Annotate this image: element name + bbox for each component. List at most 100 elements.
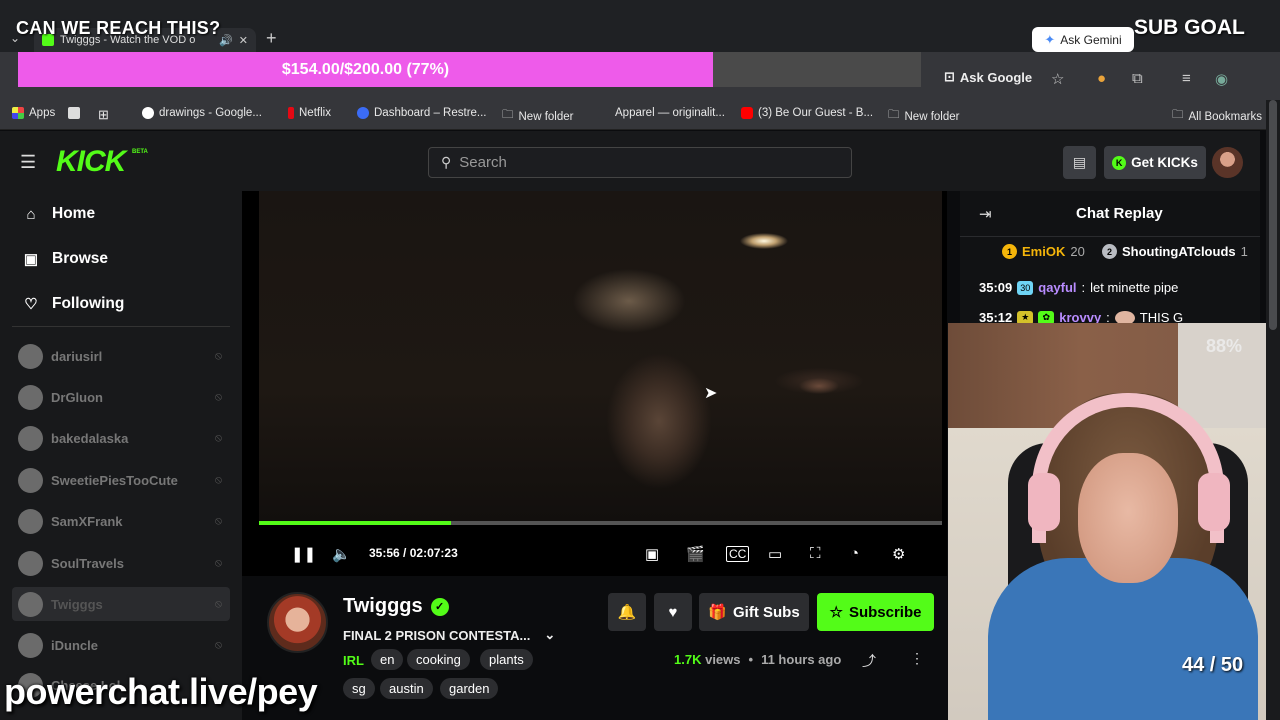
folder-icon: 🗀: [1172, 109, 1184, 121]
bookmark-netflix[interactable]: Netflix: [288, 107, 331, 119]
ask-gemini-button[interactable]: ✦ Ask Gemini: [1032, 27, 1134, 52]
live-rewind-icon[interactable]: ◔: [850, 545, 859, 562]
gift-icon: 🎁: [708, 604, 727, 621]
avatar: [18, 508, 43, 534]
nav-following[interactable]: ♡ Following: [22, 295, 124, 313]
bookmark-apparel[interactable]: Apparel — originalit...: [598, 107, 725, 119]
netflix-icon: [288, 107, 294, 119]
nav-home[interactable]: ⌂ Home: [22, 205, 95, 223]
video-frame[interactable]: [259, 191, 942, 521]
overlay-goal-title: CAN WE REACH THIS?: [16, 18, 221, 38]
tag-chip[interactable]: plants: [480, 649, 533, 670]
grid-icon: ⊞: [98, 107, 109, 122]
sidebar-channel[interactable]: bakedalaska ⦸: [12, 421, 230, 455]
nav-browse[interactable]: ▣ Browse: [22, 250, 108, 268]
tag-chip[interactable]: sg: [343, 678, 375, 699]
follow-heart-icon[interactable]: ♥: [654, 593, 692, 631]
extensions-icon[interactable]: ⧉: [1132, 70, 1143, 87]
fullscreen-icon[interactable]: ⛶: [810, 545, 821, 562]
tag-chip[interactable]: austin: [380, 678, 433, 699]
new-tab-button[interactable]: +: [266, 28, 277, 49]
sub-badge-icon: 30: [1017, 280, 1034, 295]
time-readout: 35:56 / 02:07:23: [369, 546, 458, 560]
close-tab-icon[interactable]: ✕: [239, 34, 248, 47]
bookmark-drawings[interactable]: drawings - Google...: [142, 107, 262, 119]
apps-grid-icon: [12, 107, 24, 119]
channel-name: bakedalaska: [51, 430, 129, 446]
tag-chip[interactable]: cooking: [407, 649, 470, 670]
bookmark-youtube[interactable]: (3) Be Our Guest - B...: [741, 107, 873, 119]
chevron-down-icon[interactable]: ⌄: [544, 627, 555, 643]
sidebar-divider: [12, 326, 230, 327]
layout-toggle-icon[interactable]: ▤: [1063, 146, 1096, 179]
subscribe-button[interactable]: ☆ Subscribe: [817, 593, 934, 631]
seek-bar[interactable]: [259, 521, 942, 525]
ask-gemini-label: Ask Gemini: [1060, 32, 1122, 47]
leaderboard-entry[interactable]: 1 EmiOK 20: [1002, 244, 1085, 259]
notification-bell-icon[interactable]: 🔔: [608, 593, 646, 631]
sidebar-channel[interactable]: SamXFrank ⦸: [12, 504, 230, 538]
channel-name: Twigggs: [343, 595, 423, 617]
captions-icon[interactable]: CC: [726, 546, 750, 562]
channel-name: Twigggs: [51, 596, 103, 612]
verified-check-icon: ✓: [430, 597, 449, 616]
media-controls-icon[interactable]: ≡: [1182, 70, 1191, 87]
kick-logo[interactable]: KICK: [56, 145, 126, 179]
sidebar-channel[interactable]: DrGluon ⦸: [12, 380, 230, 414]
sidebar-channel[interactable]: SweetiePiesTooCute ⦸: [12, 463, 230, 497]
sidebar-channel[interactable]: SoulTravels ⦸: [12, 546, 230, 580]
tag-chip[interactable]: garden: [440, 678, 499, 699]
sidebar-channel-active[interactable]: Twigggs ⦸: [12, 587, 230, 621]
ask-google-button[interactable]: ⊡ Ask Google: [944, 69, 1032, 85]
theater-mode-icon[interactable]: ▭: [768, 545, 782, 563]
gift-subs-button[interactable]: 🎁 Gift Subs: [699, 593, 809, 631]
leaderboard-entry[interactable]: 2 ShoutingATclouds 1: [1102, 244, 1248, 259]
volume-icon[interactable]: 🔈: [332, 545, 351, 563]
channel-name: SoulTravels: [51, 555, 124, 571]
avatar: [18, 550, 43, 576]
bookmark-grid[interactable]: ⊞: [98, 107, 109, 123]
get-kicks-button[interactable]: K Get KICKs: [1104, 146, 1206, 179]
profile-icon[interactable]: ◉: [1215, 70, 1228, 88]
miniplayer-icon[interactable]: ▣: [645, 545, 659, 563]
more-options-icon[interactable]: ⋮: [910, 650, 924, 667]
channel-name: SweetiePiesTooCute: [51, 472, 178, 488]
tag-chip[interactable]: en: [371, 649, 404, 670]
channel-avatar[interactable]: [267, 592, 328, 653]
search-input[interactable]: ⚲ Search: [428, 147, 852, 178]
video-player[interactable]: ➤ ❚❚ 🔈 35:56 / 02:07:23 ▣ 🎬 CC ▭ ⛶ ◔ ⚙: [242, 191, 947, 576]
bookmark-folder-1[interactable]: 🗀 New folder: [502, 107, 573, 126]
sidebar-channel[interactable]: iDuncle ⦸: [12, 628, 230, 662]
sidebar-channel[interactable]: dariusirl ⦸: [12, 339, 230, 373]
extension-color-icon[interactable]: ●: [1097, 70, 1106, 87]
settings-gear-icon[interactable]: ⚙: [892, 545, 905, 563]
headphone-ear-left: [1028, 473, 1060, 531]
user-avatar[interactable]: [1212, 147, 1243, 178]
seek-bar-fill: [259, 521, 451, 525]
rank-1-medal-icon: 1: [1002, 244, 1017, 259]
message-username[interactable]: qayful: [1038, 280, 1076, 295]
bookmark-restream[interactable]: Dashboard – Restre...: [357, 107, 487, 119]
speaker-icon[interactable]: 🔊: [219, 34, 233, 47]
clip-icon[interactable]: 🎬: [686, 545, 705, 563]
pause-icon[interactable]: ❚❚: [291, 545, 316, 563]
bookmark-star-icon[interactable]: ☆: [1051, 70, 1064, 88]
bookmark-all[interactable]: 🗀 All Bookmarks: [1172, 107, 1262, 126]
bookmark-apps[interactable]: Apps: [12, 107, 55, 119]
hamburger-menu-icon[interactable]: ☰: [20, 152, 36, 173]
channel-name-heading[interactable]: Twigggs ✓: [343, 595, 449, 618]
collapse-chat-icon[interactable]: ⇥: [979, 205, 992, 223]
category-link[interactable]: IRL: [343, 653, 364, 668]
offline-icon: ⦸: [214, 390, 222, 403]
get-kicks-label: Get KICKs: [1131, 155, 1198, 170]
share-icon[interactable]: ⤴: [862, 651, 876, 671]
dot-separator: •: [748, 652, 754, 667]
scrollbar-thumb[interactable]: [1269, 100, 1277, 330]
bookmark-folder-2[interactable]: 🗀 New folder: [888, 107, 959, 126]
gift-subs-label: Gift Subs: [733, 603, 800, 621]
offline-icon: ⦸: [214, 431, 222, 444]
bookmark-blank[interactable]: [68, 107, 80, 119]
time-total: 02:07:23: [409, 546, 458, 560]
channel-name: SamXFrank: [51, 513, 123, 529]
headphone-ear-right: [1198, 473, 1230, 531]
